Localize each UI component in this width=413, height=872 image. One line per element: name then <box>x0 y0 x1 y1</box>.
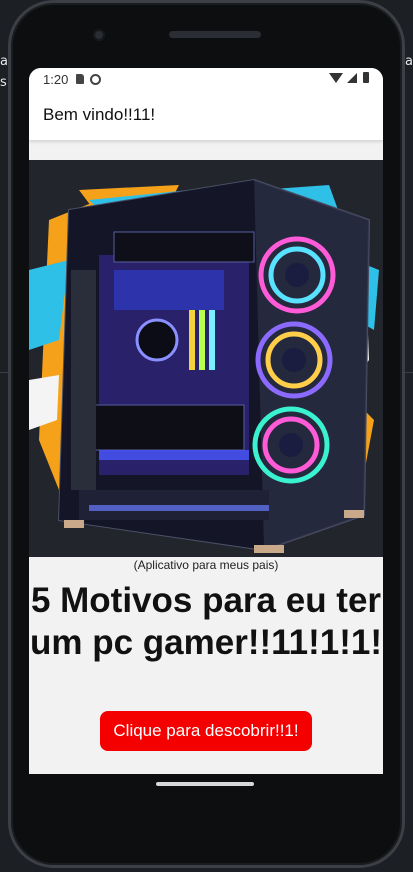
desktop-text-fragment: a <box>0 54 8 69</box>
sd-card-icon <box>76 74 85 84</box>
battery-icon <box>363 72 369 83</box>
earpiece-speaker <box>169 31 261 38</box>
app-bar-title: Bem vindo!!11! <box>43 105 156 124</box>
desktop-text-fragment: s <box>0 75 7 90</box>
signal-icon <box>347 72 357 83</box>
app-screen: 1:20 Bem vindo!!11! (Aplicativo para meu… <box>29 68 383 774</box>
headline: 5 Motivos para eu ter um pc gamer!!11!1!… <box>29 581 383 662</box>
status-time: 1:20 <box>43 71 69 87</box>
status-bar: 1:20 <box>29 68 383 90</box>
subtitle-caption: (Aplicativo para meus pais) <box>133 558 279 572</box>
gaming-pc-image <box>29 160 383 557</box>
desktop-text-fragment: a <box>405 54 413 69</box>
app-bar: Bem vindo!!11! <box>29 90 383 140</box>
home-gesture-bar[interactable] <box>156 782 254 786</box>
front-camera <box>93 29 105 41</box>
discover-button[interactable]: Clique para descobrir!!1! <box>100 711 312 751</box>
wifi-icon <box>329 72 343 83</box>
data-saver-icon <box>90 73 102 85</box>
desktop-divider <box>405 372 413 373</box>
